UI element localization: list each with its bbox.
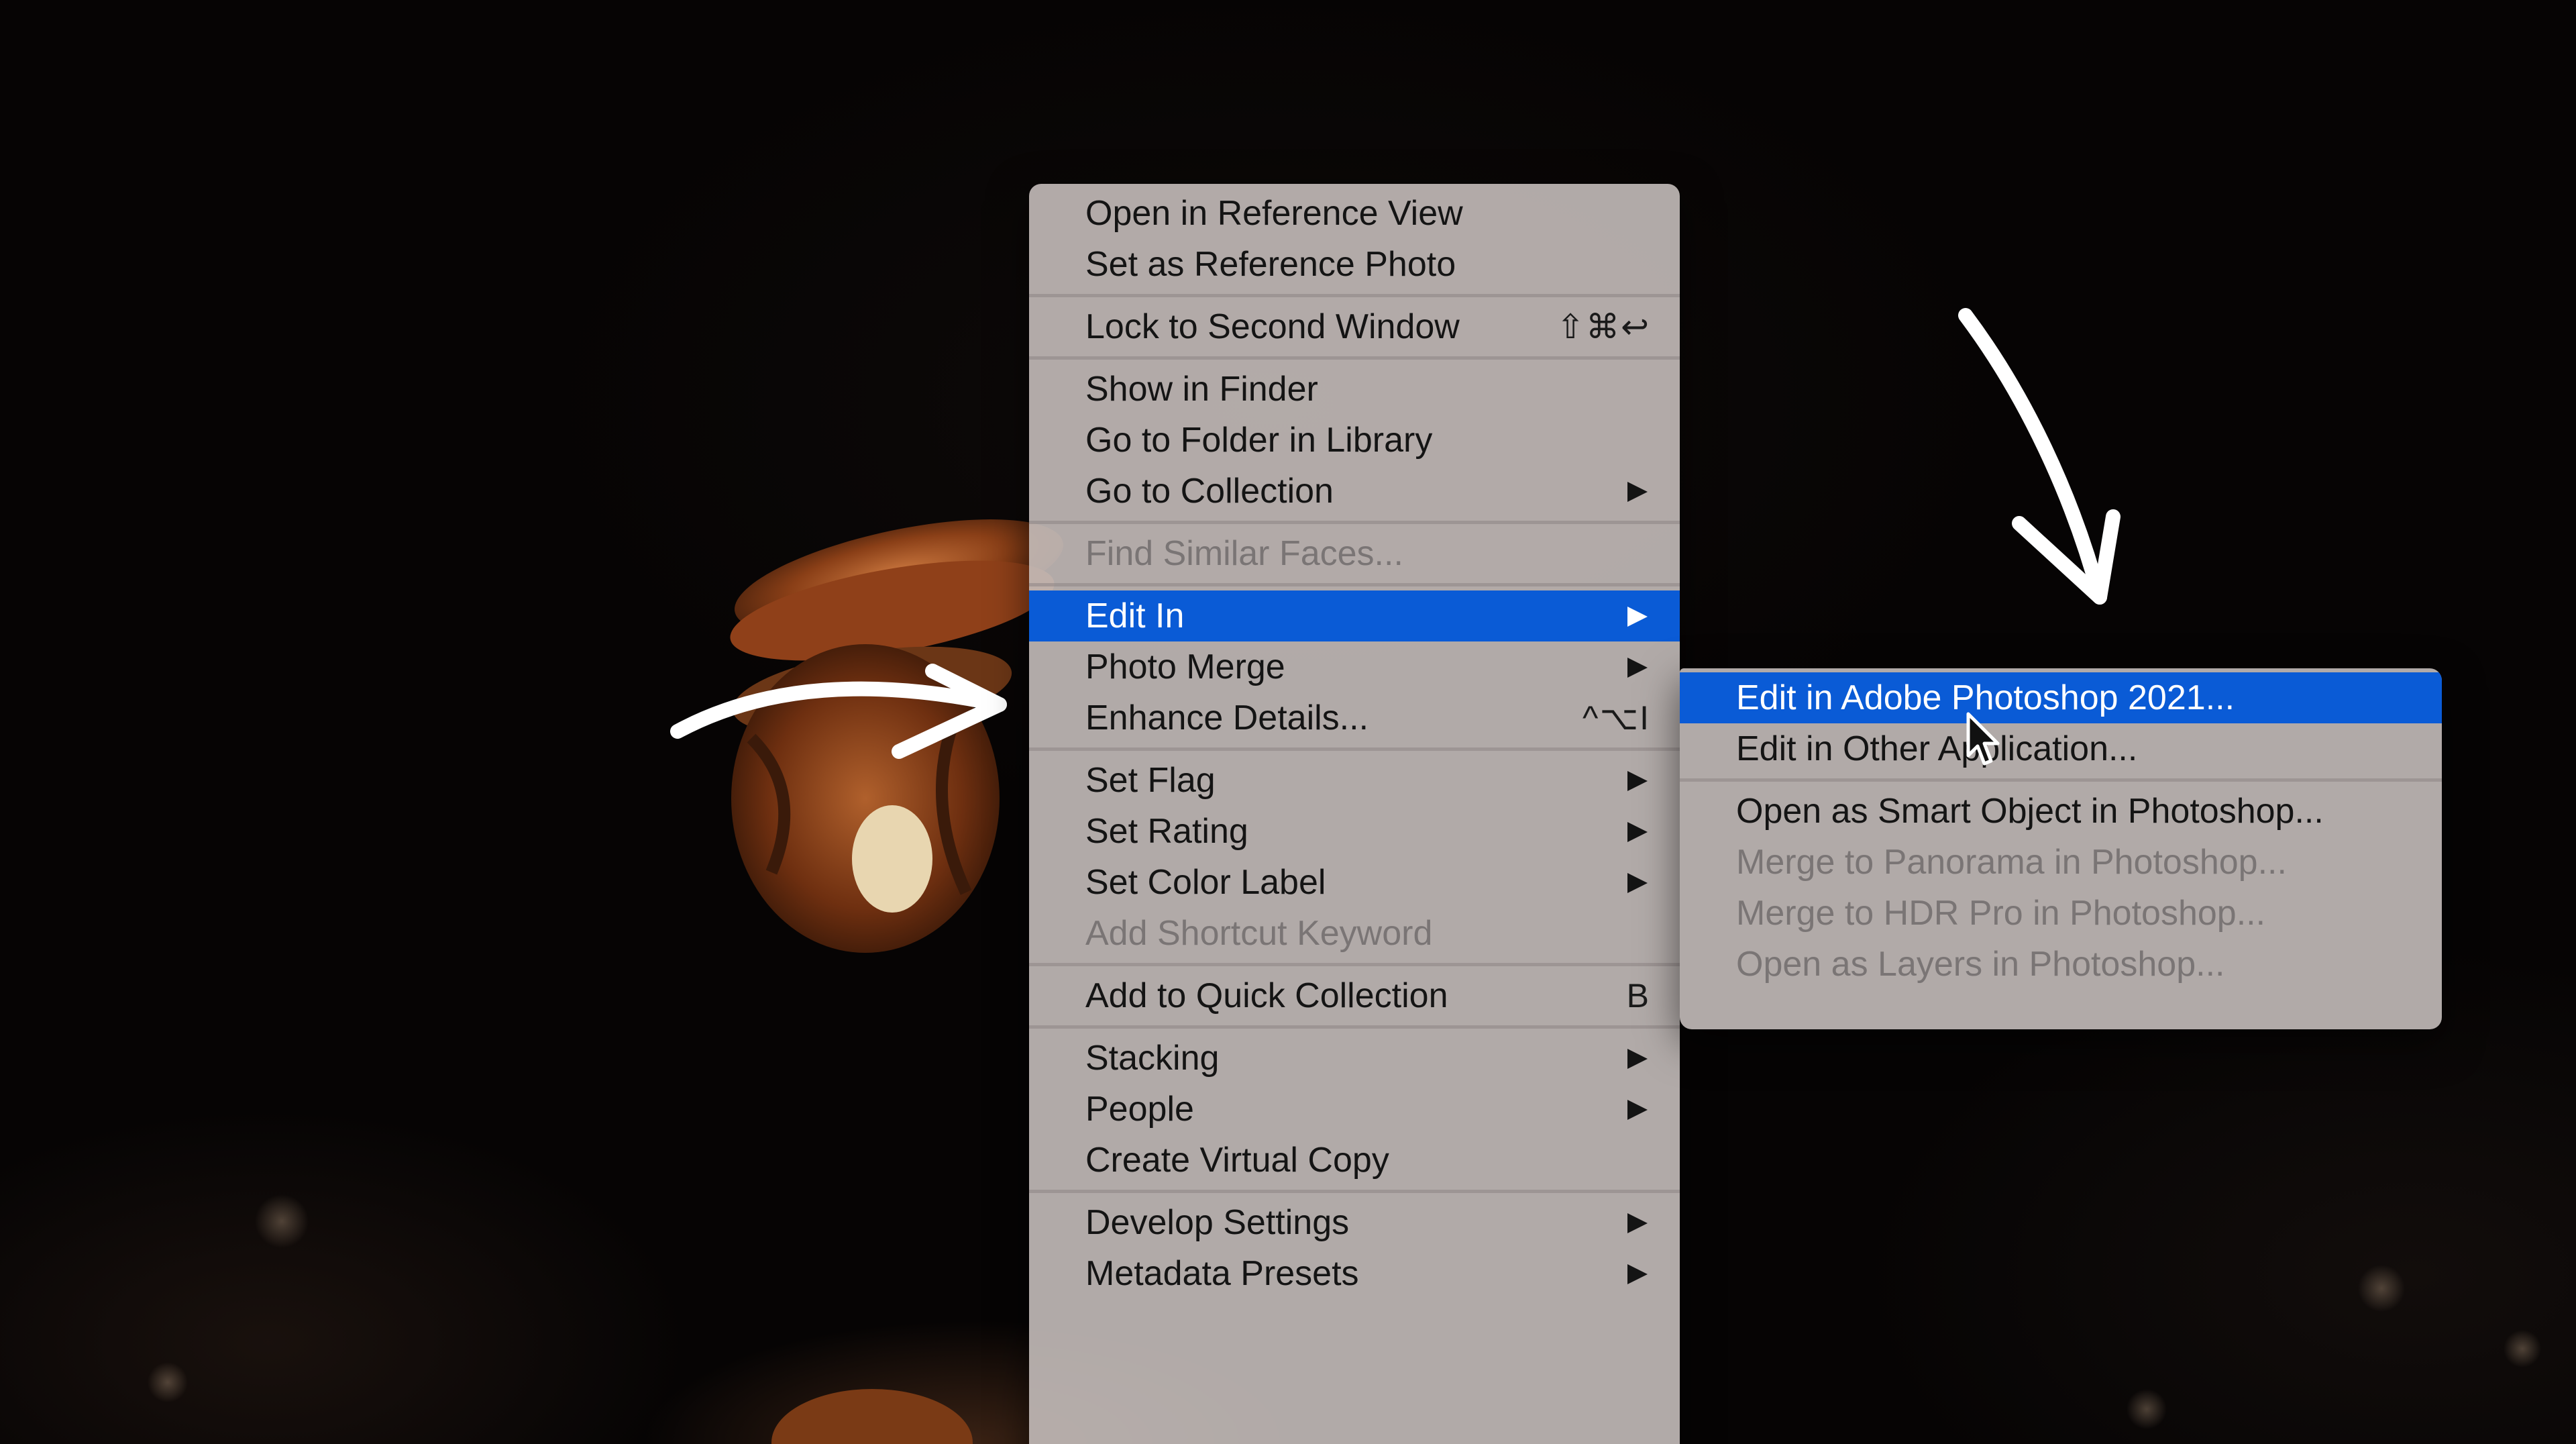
menu-item-label: Photo Merge <box>1085 648 1285 686</box>
menu-group: Find Similar Faces... <box>1029 524 1680 583</box>
menu-item-develop-settings[interactable]: Develop Settings <box>1029 1197 1680 1248</box>
submenu-arrow-icon <box>1627 658 1648 678</box>
submenu-arrow-icon <box>1627 873 1648 893</box>
menu-item-label: Edit In <box>1085 597 1185 635</box>
menu-item-label: Merge to HDR Pro in Photoshop... <box>1736 894 2266 933</box>
keyboard-shortcut: B <box>1626 977 1650 1015</box>
menu-group: Edit In Photo Merge Enhance Details... ^⌥I <box>1029 586 1680 747</box>
menu-item-create-virtual-copy[interactable]: Create Virtual Copy <box>1029 1135 1680 1186</box>
menu-item-label: Create Virtual Copy <box>1085 1141 1389 1180</box>
menu-item-label: Open as Smart Object in Photoshop... <box>1736 792 2324 831</box>
menu-item-go-to-folder-in-library[interactable]: Go to Folder in Library <box>1029 415 1680 466</box>
menu-item-photo-merge[interactable]: Photo Merge <box>1029 641 1680 692</box>
menu-item-set-color-label[interactable]: Set Color Label <box>1029 857 1680 908</box>
menu-item-label: Add to Quick Collection <box>1085 976 1448 1015</box>
menu-item-stacking[interactable]: Stacking <box>1029 1033 1680 1084</box>
hand-drawn-arrow-icon <box>2012 509 2121 605</box>
menu-item-set-rating[interactable]: Set Rating <box>1029 806 1680 857</box>
menu-item-label: Set Rating <box>1085 812 1248 851</box>
menu-group: Set Flag Set Rating Set Color Label Add Sho… <box>1029 751 1680 963</box>
menu-item-find-similar-faces: Find Similar Faces... <box>1029 528 1680 579</box>
menu-item-label: Set as Reference Photo <box>1085 245 1456 284</box>
menu-group: Lock to Second Window ⇧⌘↩ <box>1029 297 1680 356</box>
keyboard-shortcut: ⇧⌘↩ <box>1556 308 1650 346</box>
menu-item-open-in-reference-view[interactable]: Open in Reference View <box>1029 188 1680 239</box>
submenu-arrow-icon <box>1627 822 1648 842</box>
mouse-pointer-icon <box>1966 712 2000 766</box>
menu-group: Show in Finder Go to Folder in Library Go … <box>1029 360 1680 521</box>
menu-item-label: Add Shortcut Keyword <box>1085 914 1433 953</box>
submenu-arrow-icon <box>1627 607 1648 627</box>
menu-group: Open in Reference View Set as Reference P… <box>1029 184 1680 294</box>
menu-group: Develop Settings Metadata Presets <box>1029 1193 1680 1303</box>
context-menu: Open in Reference View Set as Reference P… <box>1029 184 1680 1444</box>
menu-item-add-to-quick-collection[interactable]: Add to Quick Collection B <box>1029 970 1680 1021</box>
menu-item-label: Open as Layers in Photoshop... <box>1736 945 2225 984</box>
menu-item-label: Lock to Second Window <box>1085 307 1460 346</box>
menu-item-label: Metadata Presets <box>1085 1254 1359 1293</box>
menu-item-add-shortcut-keyword: Add Shortcut Keyword <box>1029 908 1680 959</box>
menu-group: Add to Quick Collection B <box>1029 966 1680 1025</box>
menu-item-label: Go to Collection <box>1085 472 1334 511</box>
menu-item-edit-in[interactable]: Edit In <box>1029 590 1680 641</box>
menu-item-open-as-layers-in-photoshop: Open as Layers in Photoshop... <box>1680 939 2442 990</box>
pecan-stack <box>730 519 1063 1444</box>
submenu-arrow-icon <box>1627 771 1648 791</box>
submenu-arrow-icon <box>1627 1049 1648 1069</box>
menu-item-label: Enhance Details... <box>1085 699 1369 737</box>
submenu-arrow-icon <box>1627 1213 1648 1233</box>
menu-item-lock-to-second-window[interactable]: Lock to Second Window ⇧⌘↩ <box>1029 301 1680 352</box>
hand-drawn-arrow-icon <box>1958 308 2107 605</box>
menu-item-label: Go to Folder in Library <box>1085 421 1433 460</box>
menu-item-merge-to-hdr-pro-in-photoshop: Merge to HDR Pro in Photoshop... <box>1680 888 2442 939</box>
menu-item-label: Find Similar Faces... <box>1085 534 1403 573</box>
menu-item-set-flag[interactable]: Set Flag <box>1029 755 1680 806</box>
submenu-arrow-icon <box>1627 482 1648 502</box>
menu-item-metadata-presets[interactable]: Metadata Presets <box>1029 1248 1680 1299</box>
keyboard-shortcut: ^⌥I <box>1582 699 1650 737</box>
menu-group: Edit in Adobe Photoshop 2021... Edit in O… <box>1680 668 2442 778</box>
menu-item-label: Merge to Panorama in Photoshop... <box>1736 843 2287 882</box>
menu-item-label: Set Color Label <box>1085 863 1326 902</box>
menu-group: Open as Smart Object in Photoshop... Merg… <box>1680 782 2442 994</box>
menu-item-label: Set Flag <box>1085 761 1216 800</box>
menu-item-edit-in-other-application[interactable]: Edit in Other Application... <box>1680 723 2442 774</box>
menu-item-go-to-collection[interactable]: Go to Collection <box>1029 466 1680 517</box>
menu-item-edit-in-adobe-photoshop-2021[interactable]: Edit in Adobe Photoshop 2021... <box>1680 672 2442 723</box>
menu-item-open-as-smart-object-in-photoshop[interactable]: Open as Smart Object in Photoshop... <box>1680 786 2442 837</box>
submenu-arrow-icon <box>1627 1264 1648 1284</box>
submenu-arrow-icon <box>1627 1100 1648 1120</box>
menu-item-label: Develop Settings <box>1085 1203 1350 1242</box>
menu-item-merge-to-panorama-in-photoshop: Merge to Panorama in Photoshop... <box>1680 837 2442 888</box>
menu-item-show-in-finder[interactable]: Show in Finder <box>1029 364 1680 415</box>
menu-item-label: People <box>1085 1090 1194 1129</box>
menu-item-label: Stacking <box>1085 1039 1220 1078</box>
screen: Open in Reference View Set as Reference P… <box>0 0 2576 1444</box>
menu-item-people[interactable]: People <box>1029 1084 1680 1135</box>
menu-item-label: Open in Reference View <box>1085 194 1463 233</box>
menu-item-enhance-details[interactable]: Enhance Details... ^⌥I <box>1029 692 1680 743</box>
menu-item-set-as-reference-photo[interactable]: Set as Reference Photo <box>1029 239 1680 290</box>
menu-item-label: Edit in Other Application... <box>1736 729 2138 768</box>
menu-item-label: Show in Finder <box>1085 370 1318 409</box>
menu-group: Stacking People Create Virtual Copy <box>1029 1029 1680 1190</box>
edit-in-submenu: Edit in Adobe Photoshop 2021... Edit in O… <box>1680 668 2442 1029</box>
